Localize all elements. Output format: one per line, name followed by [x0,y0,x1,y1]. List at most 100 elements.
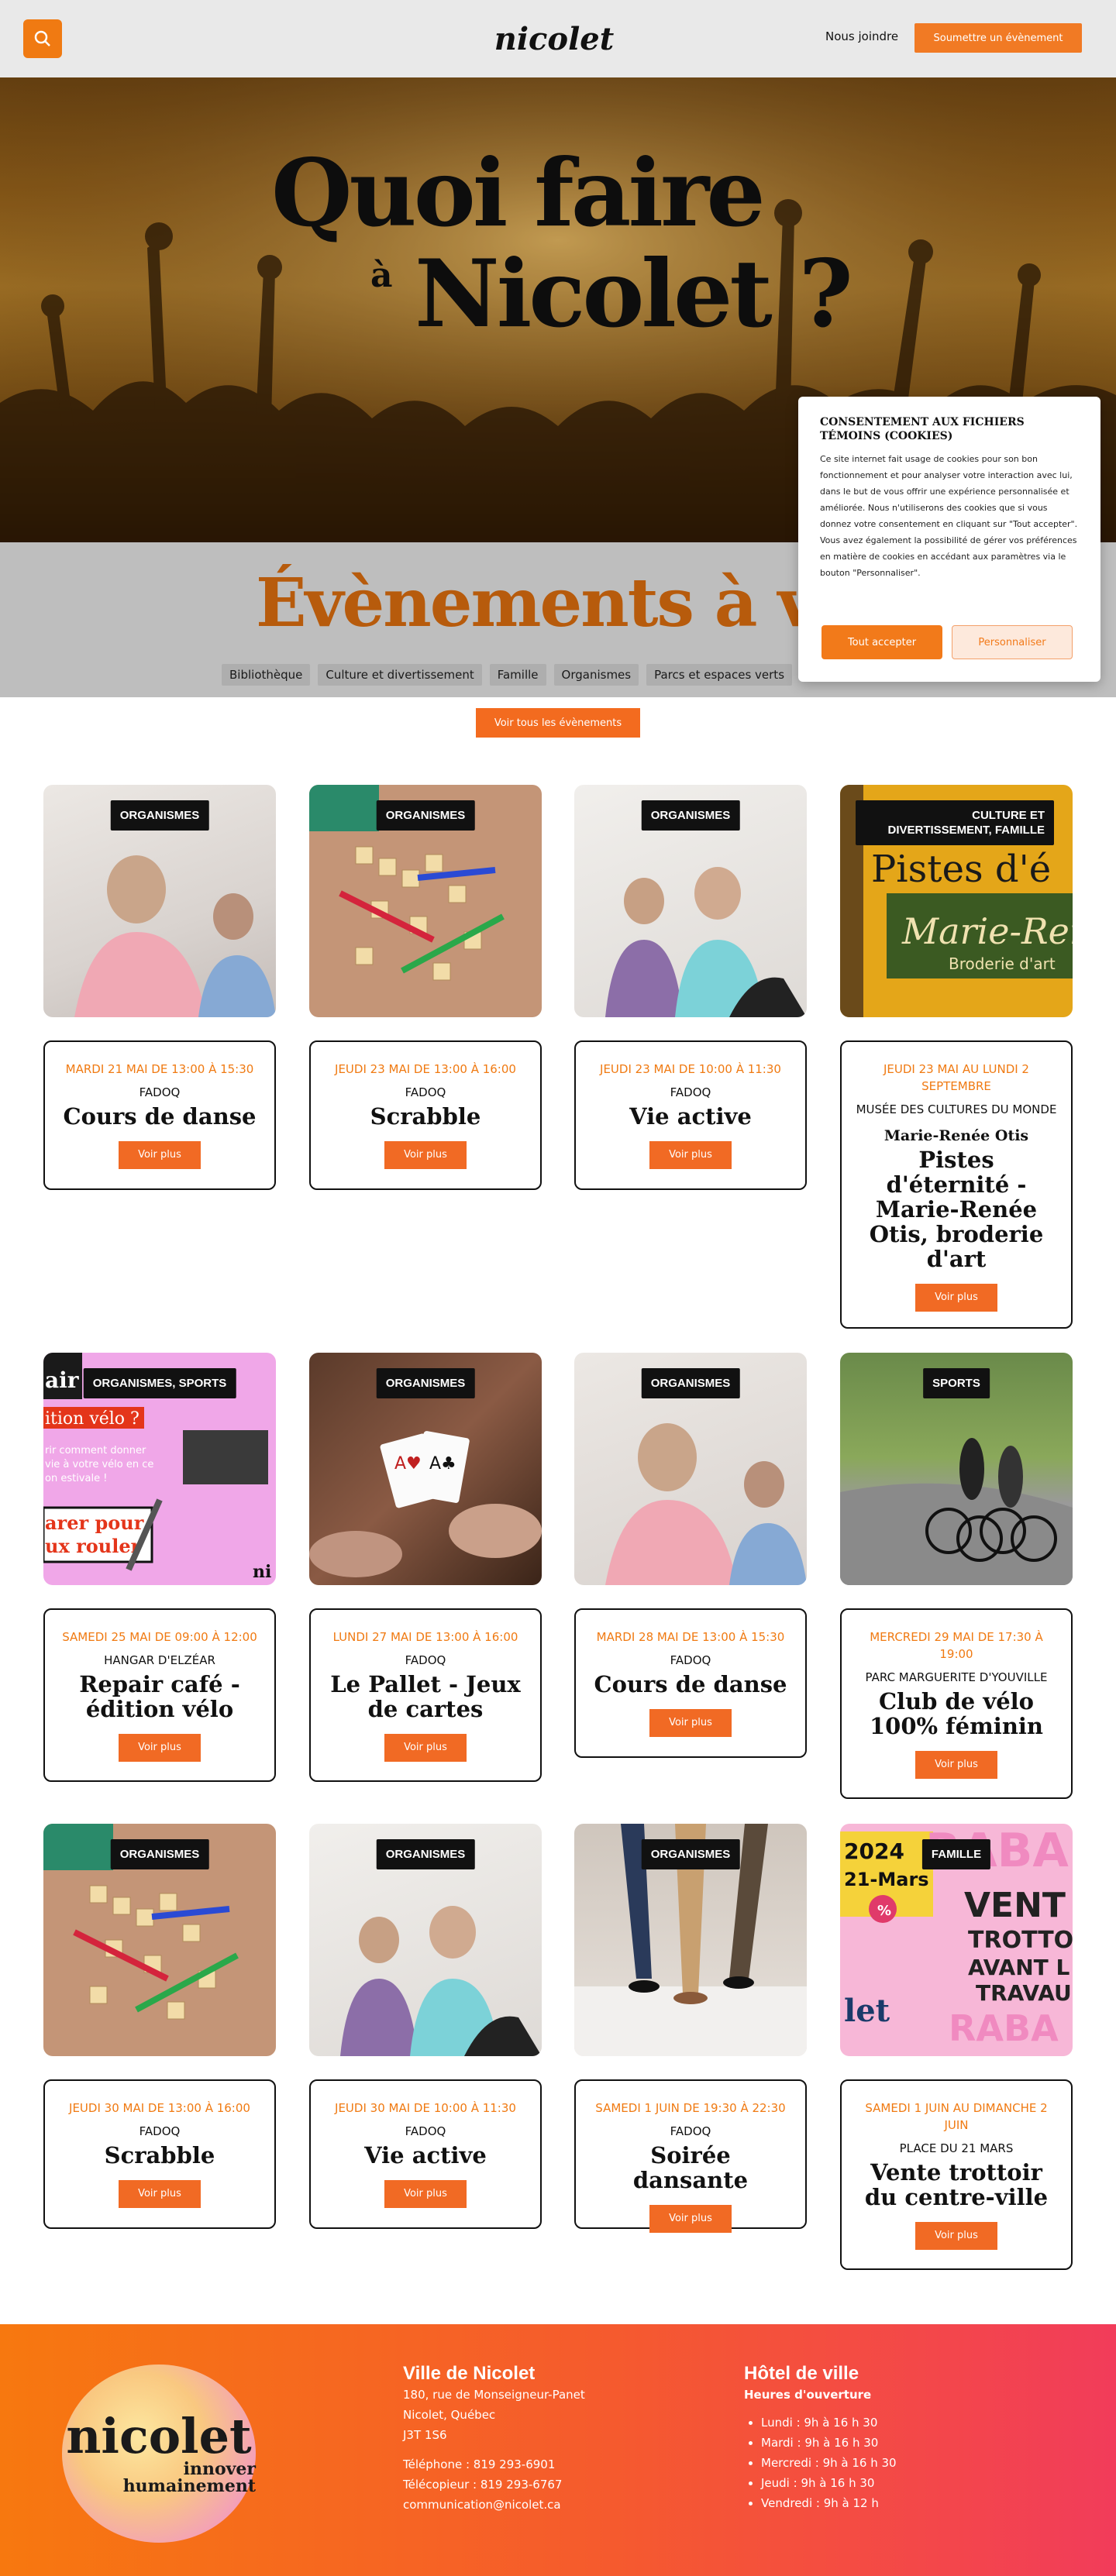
event-category-badge: ORGANISMES [641,1368,740,1398]
event-image-11[interactable]: ORGANISMES [574,1824,807,2056]
svg-text:Marie-Ren: Marie-Ren [901,910,1073,952]
footer-fax: Télécopieur : 819 293-6767 [403,2478,563,2492]
svg-text:let: let [844,1993,890,2029]
event-image-10[interactable]: ORGANISMES [309,1824,542,2056]
see-more-button[interactable]: Voir plus [649,1709,732,1737]
see-more-button[interactable]: Voir plus [915,1284,997,1312]
see-more-button[interactable]: Voir plus [649,2205,732,2233]
event-date: SAMEDI 25 MAI DE 09:00 À 12:00 [62,1630,257,1644]
event-organizer: MUSÉE DES CULTURES DU MONDE [856,1102,1057,1116]
footer-hours-list: Lundi : 9h à 16 h 30 Mardi : 9h à 16 h 3… [744,2413,1023,2513]
event-image-4[interactable]: Pistes d'é Marie-Ren Broderie d'art CULTUR… [840,785,1073,1017]
see-more-button[interactable]: Voir plus [119,2180,201,2208]
customize-button[interactable]: Personnaliser [952,625,1073,659]
filter-parcs[interactable]: Parcs et espaces verts [646,664,793,686]
see-more-button[interactable]: Voir plus [915,2222,997,2250]
event-title: Scrabble [104,2142,215,2168]
svg-text:TROTTO: TROTTO [968,1927,1073,1954]
event-title: Cours de danse [63,1103,257,1130]
accept-all-button[interactable]: Tout accepter [822,625,942,659]
event-category-badge: FAMILLE [921,1839,991,1869]
event-image-2[interactable]: ORGANISMES [309,785,542,1017]
event-title: Soirée dansante [632,2142,749,2193]
event-card-10: JEUDI 30 MAI DE 10:00 À 11:30 FADOQ Vie … [309,2079,542,2229]
hours-item: Mercredi : 9h à 16 h 30 [761,2453,1023,2473]
footer-address-line2: Nicolet, Québec [403,2408,496,2422]
see-more-button[interactable]: Voir plus [915,1751,997,1779]
hours-item: Mardi : 9h à 16 h 30 [761,2433,1023,2453]
footer-logo-slogan: innover humainement [122,2459,256,2496]
see-more-button[interactable]: Voir plus [384,1734,467,1762]
event-organizer: FADOQ [670,2124,711,2138]
footer-postal-code: J3T 1S6 [403,2428,447,2442]
footer-logo-wordmark: nicolet [66,2408,252,2464]
footer-logo[interactable]: nicolet innover humainement [62,2364,256,2543]
event-image-1[interactable]: ORGANISMES [43,785,276,1017]
filter-bibliotheque[interactable]: Bibliothèque [222,664,311,686]
filter-famille[interactable]: Famille [489,664,546,686]
svg-text:TRAVAU: TRAVAU [976,1980,1072,2006]
event-card-6: LUNDI 27 MAI DE 13:00 À 16:00 FADOQ Le P… [309,1608,542,1782]
svg-text:ition vélo ?: ition vélo ? [45,1409,140,1429]
see-more-button[interactable]: Voir plus [384,1141,467,1169]
event-subtitle: Marie-Renée Otis [884,1127,1029,1144]
event-category-badge: ORGANISMES [110,800,209,831]
event-organizer: PLACE DU 21 MARS [899,2141,1014,2155]
svg-text:A♣: A♣ [429,1454,456,1474]
event-image-6[interactable]: A♥ A♣ ORGANISMES [309,1353,542,1585]
event-category-badge: CULTURE ET DIVERTISSEMENT, FAMILLE [856,800,1054,845]
svg-text:21-Mars: 21-Mars [844,1869,929,1890]
see-more-button[interactable]: Voir plus [119,1141,201,1169]
event-category-badge: ORGANISMES [641,1839,740,1869]
event-card-1: MARDI 21 MAI DE 13:00 À 15:30 FADOQ Cour… [43,1040,276,1190]
event-card-3: JEUDI 23 MAI DE 10:00 À 11:30 FADOQ Vie … [574,1040,807,1190]
event-title: Vie active [364,2142,487,2168]
event-date: SAMEDI 1 JUIN DE 19:30 À 22:30 [595,2101,786,2115]
event-date: JEUDI 23 MAI DE 13:00 À 16:00 [335,1062,516,1076]
event-title: Le Pallet - Jeux de cartes [330,1671,521,1722]
filter-culture[interactable]: Culture et divertissement [318,664,482,686]
cookie-consent-dialog: CONSENTEMENT AUX FICHIERS TÉMOINS (COOKI… [798,397,1100,682]
view-all-events-button[interactable]: Voir tous les évènements [476,708,640,738]
event-title: Vente trottoir du centre-ville [864,2159,1049,2210]
svg-text:ux rouler: ux rouler [45,1535,141,1557]
svg-text:A♥: A♥ [394,1454,422,1474]
contact-link[interactable]: Nous joindre [825,29,898,43]
filter-organismes[interactable]: Organismes [553,664,639,686]
event-date: JEUDI 30 MAI DE 10:00 À 11:30 [335,2101,516,2115]
site-footer: nicolet innover humainement Ville de Nic… [0,2324,1116,2576]
event-title: Pistes d'éternité - Marie-Renée Otis, br… [869,1147,1044,1272]
event-image-9[interactable]: ORGANISMES [43,1824,276,2056]
footer-hall-title: Hôtel de ville [744,2363,859,2384]
event-date: SAMEDI 1 JUIN AU DIMANCHE 2 JUIN [865,2101,1048,2132]
svg-text:arer pour: arer pour [45,1512,144,1534]
event-image-5[interactable]: air ition vélo ? rir comment donner vie à v… [43,1353,276,1585]
footer-city-info: Ville de Nicolet 180, rue de Monseigneur… [403,2363,682,2515]
event-card-5: SAMEDI 25 MAI DE 09:00 À 12:00 HANGAR D'… [43,1608,276,1782]
event-title: Vie active [629,1103,752,1130]
site-logo[interactable]: nicolet [494,17,614,60]
event-image-12[interactable]: 2024 21-Mars RABA VENT TROTTO AVANT L TRAVAU% l… [840,1824,1073,2056]
search-button[interactable] [23,19,62,58]
see-more-button[interactable]: Voir plus [649,1141,732,1169]
event-category-badge: ORGANISMES, SPORTS [83,1368,236,1398]
event-category-badge: ORGANISMES [110,1839,209,1869]
hero-title-a: à [370,256,393,295]
see-more-button[interactable]: Voir plus [119,1734,201,1762]
event-image-3[interactable]: ORGANISMES [574,785,807,1017]
event-organizer: FADOQ [405,1085,446,1099]
submit-event-button[interactable]: Soumettre un évènement [914,23,1082,53]
hours-item: Jeudi : 9h à 16 h 30 [761,2473,1023,2493]
event-card-7: MARDI 28 MAI DE 13:00 À 15:30 FADOQ Cour… [574,1608,807,1758]
event-image-7[interactable]: ORGANISMES [574,1353,807,1585]
see-more-button[interactable]: Voir plus [384,2180,467,2208]
event-date: MERCREDI 29 MAI DE 17:30 À 19:00 [870,1630,1043,1661]
event-card-9: JEUDI 30 MAI DE 13:00 À 16:00 FADOQ Scra… [43,2079,276,2229]
event-image-8[interactable]: SPORTS [840,1353,1073,1585]
event-category-badge: ORGANISMES [376,1368,475,1398]
event-date: JEUDI 23 MAI AU LUNDI 2 SEPTEMBRE [884,1062,1029,1093]
event-category-badge: SPORTS [923,1368,990,1398]
svg-text:Broderie d'art: Broderie d'art [949,954,1056,973]
footer-email[interactable]: communication@nicolet.ca [403,2495,682,2515]
footer-phone[interactable]: Téléphone : 819 293-6901 [403,2454,682,2475]
